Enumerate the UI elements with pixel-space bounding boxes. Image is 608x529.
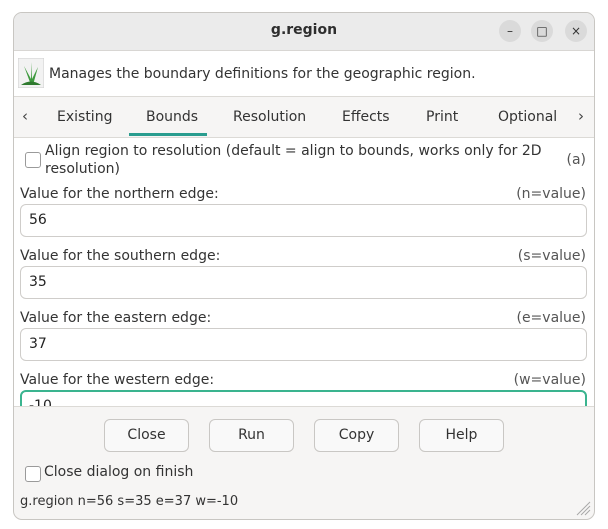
tab-optional[interactable]: Optional [498,109,557,125]
north-input[interactable]: 56 [20,204,587,237]
east-input[interactable]: 37 [20,328,587,361]
command-status-bar: g.region n=56 s=35 e=37 w=-10 [20,494,239,509]
tab-scroll-right-icon[interactable]: › [578,107,584,125]
north-label: Value for the northern edge: [20,186,219,202]
south-label: Value for the southern edge: [20,248,221,264]
close-on-finish-label: Close dialog on finish [44,464,194,480]
dialog-window: g.region – □ × Manages the boundary defi… [13,12,595,520]
resize-grip-icon[interactable] [573,498,591,516]
close-button[interactable]: Close [104,419,189,452]
title-bar[interactable]: g.region – □ × [14,13,594,51]
tab-print[interactable]: Print [426,109,458,125]
grass-logo-icon [18,58,44,88]
minimize-button[interactable]: – [499,20,521,42]
active-tab-indicator [129,133,207,136]
tab-effects[interactable]: Effects [342,109,390,125]
east-label: Value for the eastern edge: [20,310,212,326]
run-button[interactable]: Run [209,419,294,452]
tab-resolution[interactable]: Resolution [233,109,306,125]
module-description: Manages the boundary definitions for the… [49,66,476,82]
help-button[interactable]: Help [419,419,504,452]
tab-bounds[interactable]: Bounds [146,109,198,125]
align-resolution-flag: (a) [566,152,586,168]
module-description-row: Manages the boundary definitions for the… [14,51,594,97]
west-input[interactable]: -10 [20,390,587,406]
copy-button[interactable]: Copy [314,419,399,452]
align-resolution-checkbox[interactable] [25,152,41,168]
maximize-button[interactable]: □ [531,20,553,42]
north-param: (n=value) [516,186,586,202]
bounds-panel[interactable]: Align region to resolution (default = al… [14,138,594,406]
panel-divider [14,406,594,407]
align-resolution-label: Align region to resolution (default = al… [45,143,542,159]
tab-bar: ‹ Existing Bounds Resolution Effects Pri… [14,97,594,138]
tab-existing[interactable]: Existing [57,109,112,125]
align-resolution-label-cont: resolution) [45,161,120,177]
south-param: (s=value) [517,248,586,264]
south-input[interactable]: 35 [20,266,587,299]
tab-scroll-left-icon[interactable]: ‹ [22,107,28,125]
west-label: Value for the western edge: [20,372,215,388]
east-param: (e=value) [516,310,586,326]
west-param: (w=value) [513,372,586,388]
close-window-button[interactable]: × [565,20,587,42]
close-on-finish-checkbox[interactable] [25,466,41,482]
